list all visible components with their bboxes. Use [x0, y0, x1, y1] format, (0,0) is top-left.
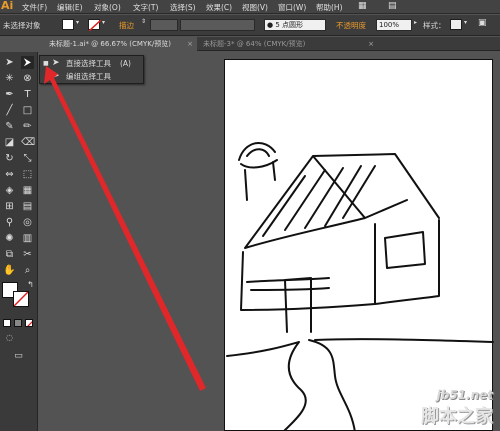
perspective-grid-tool-icon[interactable]: ▦	[21, 184, 34, 197]
direct-selection-tool-icon[interactable]: ⮞	[21, 56, 34, 69]
watermark-url: jb51.net	[436, 388, 493, 402]
free-transform-tool-icon[interactable]: ⬚	[21, 168, 34, 181]
none-stroke-icon	[14, 292, 28, 306]
tab-label: 未标题-1.ai* @ 66.67% (CMYK/预览)	[49, 40, 171, 48]
gradient-mode-icon[interactable]	[14, 319, 22, 327]
shape-builder-tool-icon[interactable]: ◈	[3, 184, 16, 197]
draw-normal-icon[interactable]: ◌	[3, 331, 16, 344]
menu-edit[interactable]: 编辑(E)	[57, 2, 83, 13]
graphic-style-swatch[interactable]	[450, 19, 462, 30]
tab-document-1[interactable]: 未标题-1.ai* @ 66.67% (CMYK/预览) ×	[44, 37, 197, 51]
type-tool-icon[interactable]: T	[21, 88, 34, 101]
arrow-plus-icon: ➤	[52, 71, 60, 81]
rectangle-tool-icon[interactable]: □	[21, 104, 34, 117]
selection-tool-icon[interactable]: ➤	[3, 56, 16, 69]
slice-tool-icon[interactable]: ✂	[21, 248, 34, 261]
menu-effect[interactable]: 效果(C)	[206, 2, 232, 13]
flyout-item-direct-selection[interactable]: ■ ➤ 直接选择工具 (A)	[40, 57, 145, 70]
blob-brush-tool-icon[interactable]: ◪	[3, 136, 16, 149]
stroke-weight-field[interactable]	[150, 19, 178, 31]
artboard[interactable]	[224, 59, 494, 431]
red-arrow	[44, 66, 206, 391]
variable-width-profile[interactable]	[180, 19, 255, 31]
fill-swatch[interactable]	[62, 19, 74, 30]
artboard-tool-icon[interactable]: ⧉	[3, 248, 16, 261]
window	[384, 231, 426, 269]
column-graph-tool-icon[interactable]: ▥	[21, 232, 34, 245]
selection-status: 未选择对象	[3, 21, 41, 30]
hand-tool-icon[interactable]: ✋	[3, 264, 16, 277]
menu-object[interactable]: 对象(O)	[94, 2, 121, 13]
document-setup-icon[interactable]: ▣	[478, 18, 487, 28]
chimney	[238, 142, 278, 201]
illustrator-window: Ai 文件(F) 编辑(E) 对象(O) 文字(T) 选择(S) 效果(C) 视…	[0, 0, 500, 431]
house-drawing	[226, 142, 494, 431]
opacity-field[interactable]: 100%	[376, 19, 412, 31]
pen-tool-icon[interactable]: ✒	[3, 88, 16, 101]
fill-dropdown-icon[interactable]: ▾	[76, 19, 79, 26]
none-slash-icon	[27, 321, 32, 326]
opacity-dropdown-icon[interactable]: ▸	[414, 19, 417, 26]
flyout-item-label: 编组选择工具	[66, 72, 111, 81]
document-tab-bar: 未标题-1.ai* @ 66.67% (CMYK/预览) × 未标题-3* @ …	[44, 37, 500, 51]
tab-label: 未标题-3* @ 64% (CMYK/预览)	[203, 40, 306, 48]
close-icon[interactable]: ×	[368, 37, 374, 51]
screen-mode-icon[interactable]: ▭	[12, 350, 25, 363]
none-stroke-icon	[89, 20, 101, 31]
rotate-tool-icon[interactable]: ↻	[3, 152, 16, 165]
selected-bullet-icon: ■	[43, 60, 49, 67]
menu-select[interactable]: 选择(S)	[170, 2, 196, 13]
eraser-tool-icon[interactable]: ⌫	[21, 136, 35, 149]
swap-fill-stroke-icon[interactable]: ↰	[24, 278, 37, 291]
tab-document-3[interactable]: 未标题-3* @ 64% (CMYK/预览) ×	[198, 37, 378, 51]
zoom-tool-icon[interactable]: ⌕	[21, 264, 34, 277]
paintbrush-tool-icon[interactable]: ✎	[3, 120, 16, 133]
color-mode-icon[interactable]	[3, 319, 11, 327]
watermark-name: 脚本之家	[421, 406, 493, 427]
control-bar: 未选择对象 ▾ ▾ 描边 ⇕ ● 5 点圆形 不透明度 100% ▸ 样式： ▾…	[0, 15, 500, 36]
mesh-tool-icon[interactable]: ⊞	[3, 200, 16, 213]
none-mode-icon[interactable]	[25, 319, 33, 327]
line-tool-icon[interactable]: ╱	[3, 104, 16, 117]
brush-label: 5 点圆形	[275, 21, 304, 29]
pencil-tool-icon[interactable]: ✏	[21, 120, 34, 133]
arrange-documents-icon[interactable]: ▤	[388, 1, 397, 11]
scale-tool-icon[interactable]: ⤡	[21, 152, 34, 165]
close-icon[interactable]: ×	[187, 37, 193, 51]
bridge-icon[interactable]: ▦	[358, 1, 367, 11]
stroke-dropdown-icon[interactable]: ▾	[102, 19, 105, 26]
stroke-swatch[interactable]	[88, 19, 101, 31]
style-label: 样式：	[423, 21, 446, 30]
symbol-sprayer-tool-icon[interactable]: ✺	[3, 232, 16, 245]
blend-tool-icon[interactable]: ◎	[21, 216, 34, 229]
menu-window[interactable]: 窗口(W)	[278, 2, 306, 13]
flyout-item-group-selection[interactable]: ➤ 编组选择工具	[40, 70, 145, 83]
stroke-label[interactable]: 描边	[119, 20, 134, 31]
flyout-item-shortcut: (A)	[120, 59, 131, 68]
width-tool-icon[interactable]: ⇔	[3, 168, 16, 181]
arrow-icon: ➤	[52, 58, 60, 68]
flyout-item-label: 直接选择工具	[66, 59, 111, 68]
brush-definition[interactable]: ● 5 点圆形	[264, 19, 326, 31]
gradient-tool-icon[interactable]: ▤	[21, 200, 34, 213]
menu-type[interactable]: 文字(T)	[133, 2, 158, 13]
door	[284, 277, 312, 333]
menu-view[interactable]: 视图(V)	[242, 2, 268, 13]
stroke-stepper-icon[interactable]: ⇕	[141, 18, 146, 25]
app-logo: Ai	[1, 0, 14, 12]
menu-help[interactable]: 帮助(H)	[316, 2, 343, 13]
menu-bar: Ai 文件(F) 编辑(E) 对象(O) 文字(T) 选择(S) 效果(C) 视…	[0, 0, 500, 14]
selection-tools-flyout: ■ ➤ 直接选择工具 (A) ➤ 编组选择工具	[39, 55, 144, 84]
tools-panel: ➤ ⮞ ✳ ⊗ ✒ T ╱ □ ✎ ✏ ◪ ⌫ ↻ ⤡ ⇔ ⬚ ◈ ▦ ⊞ ▤ …	[0, 52, 38, 431]
eyedropper-tool-icon[interactable]: ⚲	[3, 216, 16, 229]
opacity-label[interactable]: 不透明度	[336, 20, 366, 31]
watermark: jb51.net 脚本之家	[397, 388, 497, 430]
menu-file[interactable]: 文件(F)	[22, 2, 47, 13]
stroke-color-box[interactable]	[13, 291, 29, 307]
style-dropdown-icon[interactable]: ▾	[464, 19, 467, 26]
lasso-tool-icon[interactable]: ⊗	[21, 72, 34, 85]
magic-wand-tool-icon[interactable]: ✳	[3, 72, 16, 85]
